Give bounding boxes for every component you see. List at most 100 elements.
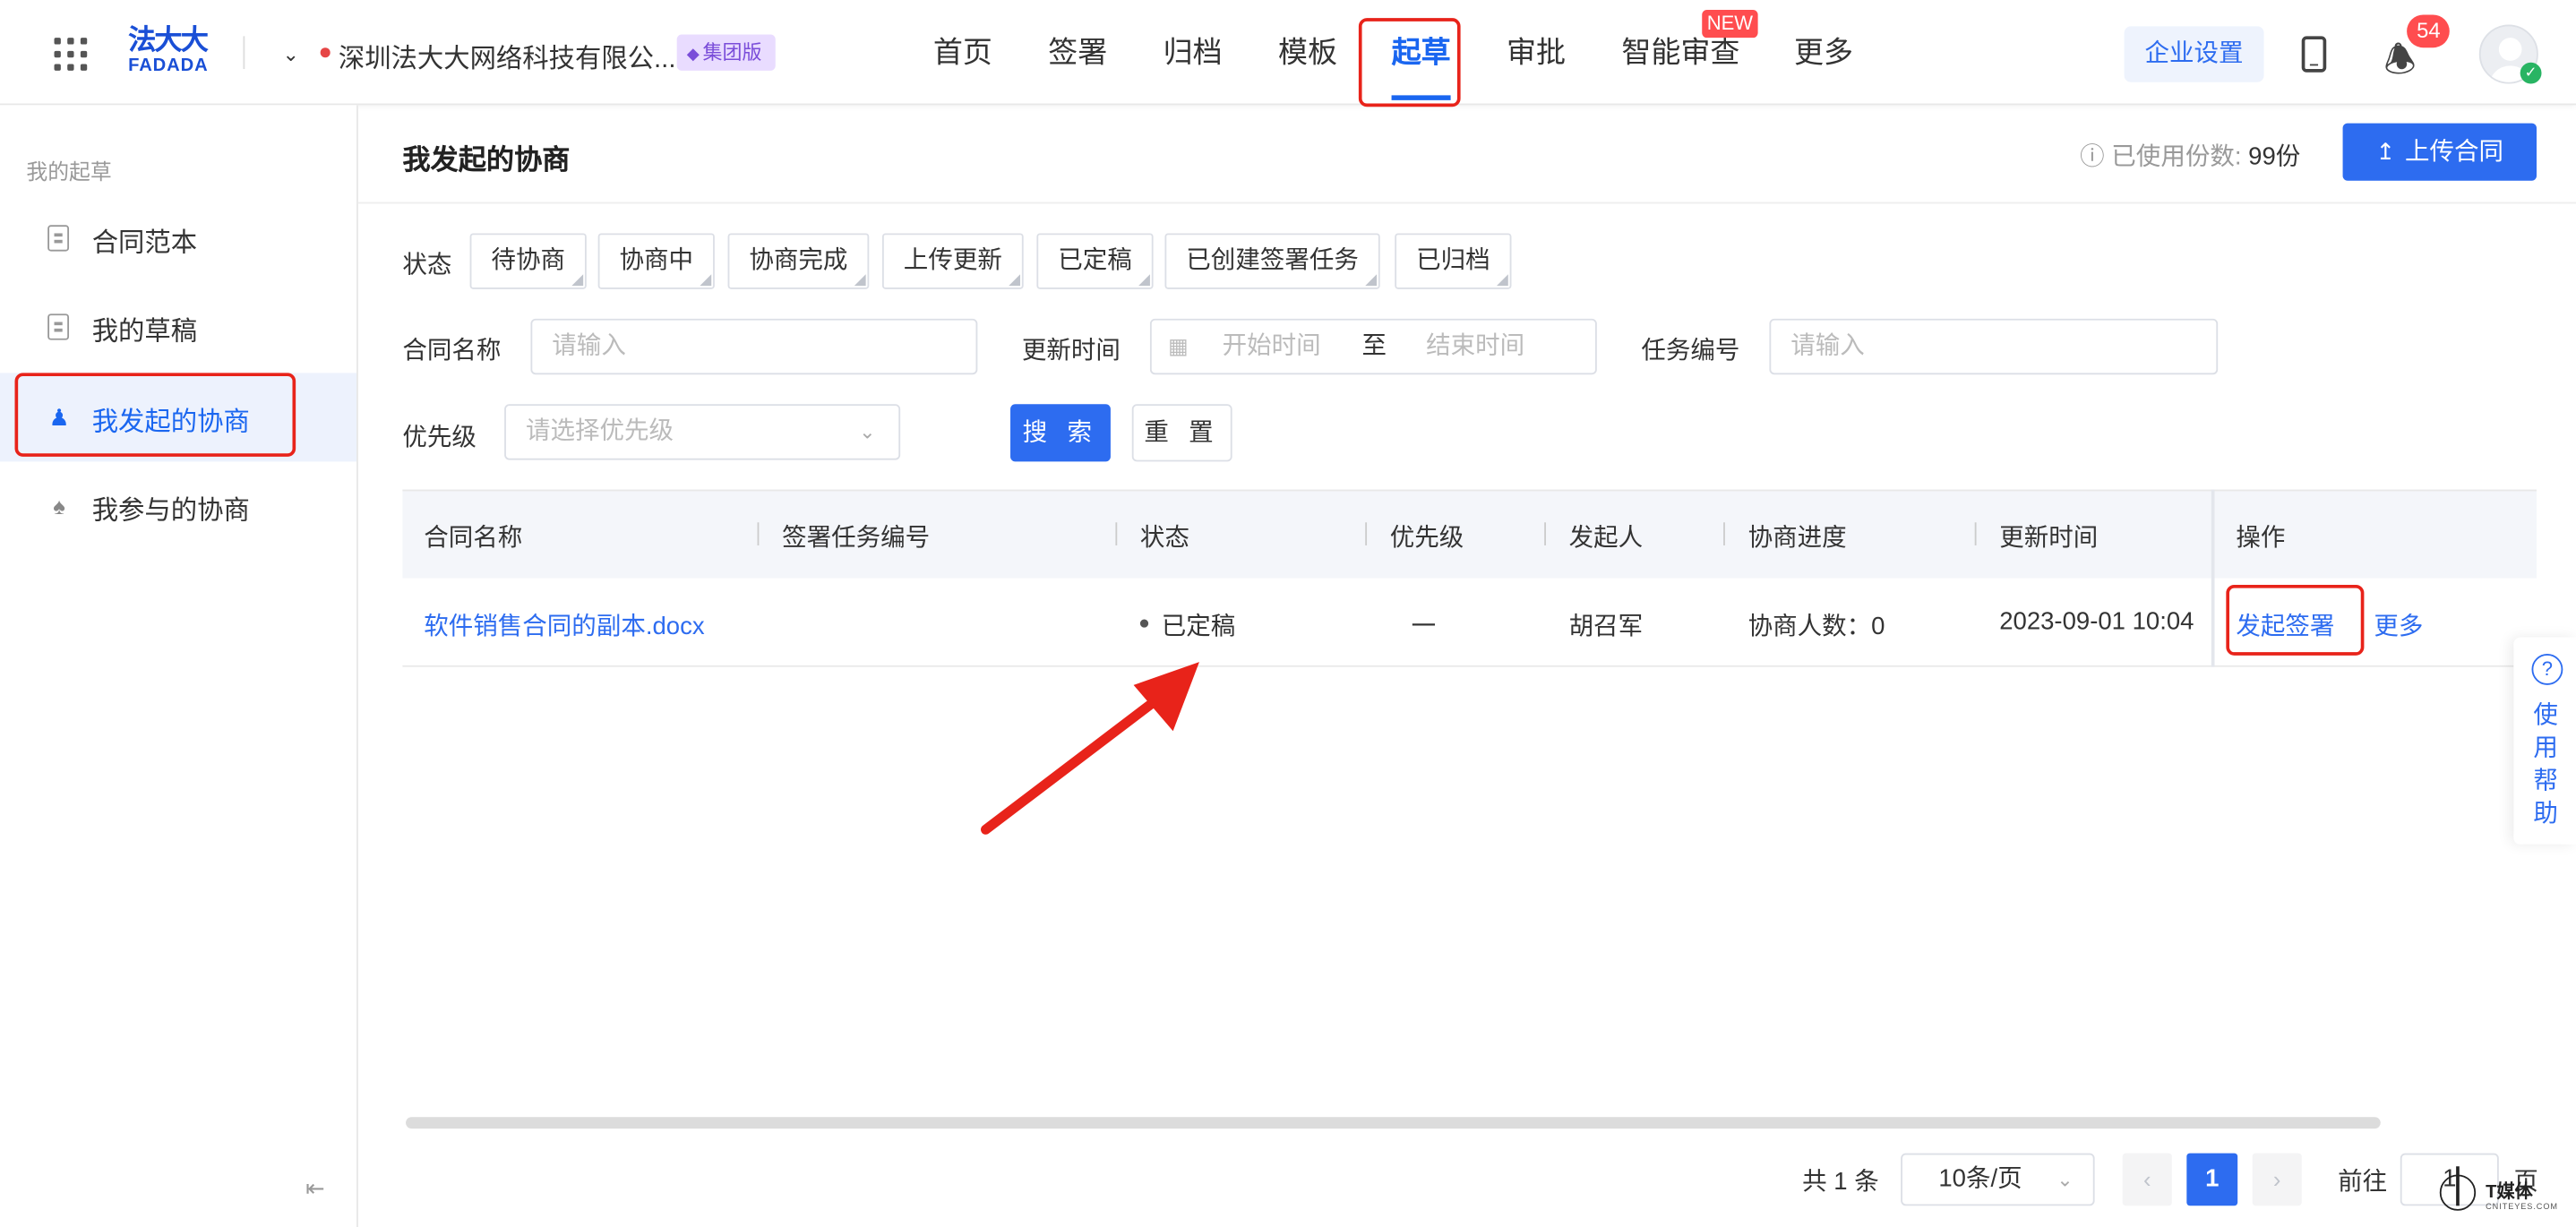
page-size-value: 10条/页 (1938, 1164, 2022, 1193)
upload-icon: ↥ (2375, 138, 2396, 165)
page-size-select[interactable]: 10条/页 ⌄ (1901, 1153, 2095, 1206)
sidebar: 我的起草 合同范本 我的草稿 ♟ 我发起的协商 ♠ 我参与的协商 ⇤ (0, 105, 358, 1227)
date-range-picker[interactable]: ▦ 开始时间 至 结束时间 (1149, 318, 1597, 375)
task-no-input[interactable]: 请输入 (1769, 318, 2219, 375)
start-date-input[interactable]: 开始时间 (1223, 321, 1321, 373)
column-separator (1974, 522, 1977, 545)
search-button[interactable]: 搜 索 (1010, 404, 1111, 462)
column-separator (1115, 522, 1118, 545)
nav-home[interactable]: 首页 (933, 30, 992, 73)
page-title: 我发起的协商 (402, 144, 571, 176)
collapse-sidebar-icon[interactable]: ⇤ (305, 1174, 325, 1202)
status-filter-label: 状态 (402, 251, 452, 279)
fixed-column-shadow (2211, 489, 2215, 667)
column-header: 状态 (1139, 524, 1189, 553)
range-separator: 至 (1361, 331, 1387, 360)
watermark-mark (2439, 1166, 2477, 1211)
status-chip-pending[interactable]: 待协商 (469, 233, 587, 289)
reset-button[interactable]: 重 置 (1131, 404, 1232, 462)
status-chip-negotiating[interactable]: 协商中 (597, 233, 715, 289)
sidebar-item-label: 合同范本 (91, 229, 198, 258)
horizontal-scrollbar[interactable] (406, 1117, 2381, 1129)
status-chip-finalized[interactable]: 已定稿 (1036, 233, 1154, 289)
column-header: 操作 (2236, 524, 2286, 553)
sidebar-item-templates[interactable]: 合同范本 (0, 193, 356, 282)
fadada-logo[interactable]: 法大大 FADADA (128, 24, 217, 79)
calendar-icon: ▦ (1168, 333, 1189, 358)
watermark-logo: T媒体 CNITEYES.COM (2439, 1166, 2572, 1224)
usage-info: ⓘ 已使用份数: 99份 (2080, 138, 2300, 173)
usage-label: 已使用份数: (2111, 142, 2242, 171)
top-header: 法大大 FADADA ⌄ 深圳法大大网络科技有限公... ◆ 集团版 首页 签署 … (0, 0, 2576, 106)
status-chip-uploaded[interactable]: 上传更新 (881, 233, 1024, 289)
watermark-subtext: CNITEYES.COM (2486, 1202, 2558, 1213)
more-actions-link[interactable]: 更多 (2374, 608, 2423, 643)
status-chip-completed[interactable]: 协商完成 (727, 233, 870, 289)
nav-approval[interactable]: 审批 (1507, 30, 1566, 73)
company-switcher[interactable]: 深圳法大大网络科技有限公... (339, 36, 676, 75)
nav-sign[interactable]: 签署 (1048, 30, 1107, 73)
priority-cell: 一 (1411, 613, 1437, 641)
sidebar-item-drafts[interactable]: 我的草稿 (0, 282, 356, 371)
user-list-icon: ♠ (53, 493, 65, 519)
status-chip-sign-task-created[interactable]: 已创建签署任务 (1164, 233, 1380, 289)
prev-page-button[interactable]: ‹ (2122, 1153, 2172, 1206)
column-header: 协商进度 (1747, 524, 1847, 553)
next-page-button[interactable]: › (2252, 1153, 2302, 1206)
title-divider (357, 202, 2576, 204)
table-row: 软件销售合同的副本.docx 已定稿 一 胡召军 协商人数：0 2023-09-… (402, 578, 2537, 667)
contract-name-input[interactable]: 请输入 (530, 318, 978, 375)
table-header: 合同名称 签署任务编号 状态 优先级 发起人 协商进度 更新时间 操作 (402, 489, 2537, 579)
status-dot (1139, 619, 1149, 628)
sidebar-item-label: 我参与的协商 (91, 497, 250, 526)
logo-subtext: FADADA (128, 56, 209, 76)
end-date-input[interactable]: 结束时间 (1426, 321, 1524, 373)
notification-count-badge: 54 (2407, 14, 2451, 48)
initiator-cell: 胡召军 (1568, 613, 1644, 641)
status-chip-archived[interactable]: 已归档 (1395, 233, 1512, 289)
task-no-label: 任务编号 (1641, 337, 1740, 365)
pagination-total: 共 1 条 (1802, 1168, 1879, 1197)
app-grid-icon[interactable] (54, 38, 88, 71)
edition-badge-label: 集团版 (702, 40, 762, 64)
mobile-icon[interactable] (2301, 36, 2327, 73)
nav-more[interactable]: 更多 (1794, 30, 1853, 73)
priority-select-placeholder: 请选择优先级 (525, 416, 674, 446)
help-widget[interactable]: ? 使用帮助 (2513, 637, 2576, 845)
upload-button-label: 上传合同 (2405, 138, 2504, 167)
goto-label: 前往 (2338, 1168, 2388, 1197)
chevron-down-icon: ⌄ (859, 420, 876, 444)
chevron-down-icon[interactable]: ⌄ (282, 43, 298, 66)
contract-name-label: 合同名称 (402, 337, 502, 365)
status-cell: 已定稿 (1161, 613, 1236, 641)
chevron-right-icon: › (2272, 1166, 2281, 1193)
usage-value: 99份 (2248, 142, 2301, 171)
upload-contract-button[interactable]: ↥ 上传合同 (2342, 123, 2537, 181)
nav-archive[interactable]: 归档 (1163, 30, 1223, 73)
annotation-highlight-sidebar-item (14, 373, 296, 457)
column-header: 合同名称 (424, 524, 523, 553)
nav-template[interactable]: 模板 (1278, 30, 1337, 73)
column-header: 优先级 (1389, 524, 1464, 553)
column-separator (1365, 522, 1368, 545)
column-separator (1544, 522, 1546, 545)
page-number-current[interactable]: 1 (2186, 1153, 2238, 1206)
company-status-dot (320, 47, 331, 58)
priority-label: 优先级 (402, 424, 477, 452)
column-separator (757, 522, 760, 545)
priority-select[interactable]: 请选择优先级 ⌄ (504, 404, 901, 460)
chevron-down-icon: ⌄ (2057, 1168, 2074, 1191)
header-divider (243, 36, 245, 70)
edition-badge: ◆ 集团版 (676, 34, 776, 71)
logo-text: 法大大 (128, 24, 209, 56)
column-header: 签署任务编号 (782, 524, 931, 553)
column-header: 更新时间 (1999, 524, 2099, 553)
info-icon: ⓘ (2080, 142, 2105, 171)
sidebar-item-my-participated[interactable]: ♠ 我参与的协商 (0, 461, 356, 550)
watermark-text: T媒体 (2486, 1182, 2533, 1203)
contract-name-link[interactable]: 软件销售合同的副本.docx (424, 608, 704, 643)
column-header: 发起人 (1568, 524, 1644, 553)
enterprise-settings-button[interactable]: 企业设置 (2124, 26, 2264, 82)
app-root: 法大大 FADADA ⌄ 深圳法大大网络科技有限公... ◆ 集团版 首页 签署 … (0, 0, 2576, 1227)
new-badge: NEW (1702, 10, 1758, 39)
